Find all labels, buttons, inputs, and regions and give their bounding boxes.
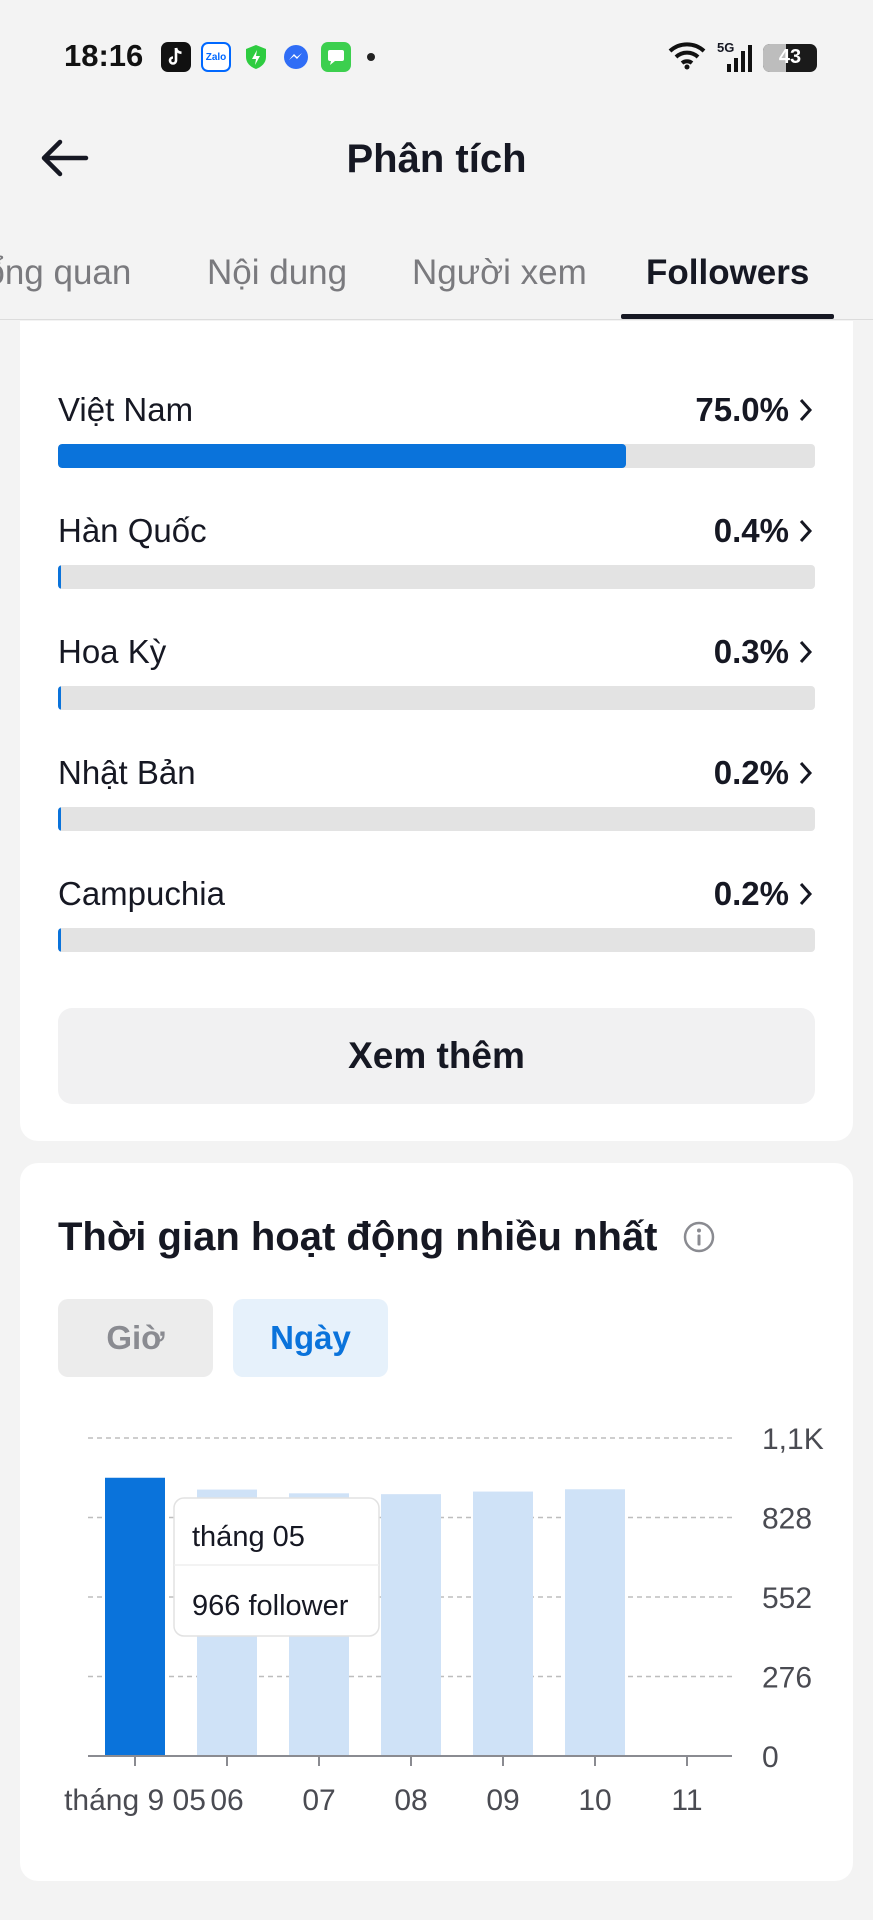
active-time-chart: 0 276 552 828 1,1K tháng 9 05 06 07 08 09 10 11 thá…	[64, 1423, 824, 1817]
page-title: Phân tích	[346, 137, 527, 181]
notification-icons: Zalo	[161, 42, 375, 72]
messenger-icon	[281, 42, 311, 72]
active-tab-indicator	[621, 314, 834, 319]
header: Phân tích	[0, 115, 873, 205]
chevron-right-icon	[799, 640, 813, 664]
tab-followers[interactable]: Followers	[646, 253, 809, 293]
chevron-right-icon	[799, 761, 813, 785]
percent-bar-track	[58, 807, 815, 831]
y-tick-label: 552	[762, 1582, 812, 1615]
chevron-right-icon	[799, 519, 813, 543]
y-tick-label: 1,1K	[762, 1423, 824, 1456]
more-notifications-dot	[367, 53, 375, 61]
info-icon[interactable]	[682, 1220, 716, 1254]
tiktok-icon	[161, 42, 191, 72]
status-time: 18:16	[64, 38, 144, 73]
percent-bar-fill	[58, 565, 62, 589]
country-name: Campuchia	[58, 875, 225, 912]
section-title: Thời gian hoạt động nhiều nhất	[58, 1215, 658, 1259]
shield-icon	[241, 42, 271, 72]
percent-bar-fill	[58, 444, 626, 468]
country-name: Hàn Quốc	[58, 512, 207, 549]
chart-bar	[381, 1494, 441, 1756]
battery-icon: 43	[763, 43, 817, 72]
tooltip-title: tháng 05	[192, 1521, 305, 1553]
country-percent: 75.0%	[695, 391, 789, 428]
tab-bar: Tổng quan Nội dung Người xem Followers	[0, 235, 873, 320]
system-status: 5G 43	[667, 40, 817, 75]
segment-hour[interactable]: Giờ	[58, 1299, 213, 1377]
y-tick-label: 0	[762, 1741, 779, 1774]
country-name: Hoa Kỳ	[58, 633, 167, 670]
tooltip-value: 966 follower	[192, 1590, 349, 1622]
country-percent: 0.4%	[713, 512, 789, 549]
cellular-signal-icon: 5G	[717, 40, 753, 74]
messages-icon	[321, 42, 351, 72]
percent-bar-track	[58, 686, 815, 710]
battery-percent: 43	[778, 46, 802, 68]
x-tick-label: 08	[394, 1784, 427, 1817]
country-percent: 0.2%	[713, 875, 789, 912]
tab-overview[interactable]: Tổng quan	[0, 253, 131, 293]
countries-card: Việt Nam 75.0% Hàn Quốc 0.4% Hoa Kỳ 0.3%…	[20, 321, 853, 1141]
x-tick-label: 07	[302, 1784, 335, 1817]
chart-bar	[105, 1477, 165, 1756]
chevron-right-icon	[799, 882, 813, 906]
country-name: Nhật Bản	[58, 754, 196, 791]
chart-bar	[565, 1489, 625, 1756]
percent-bar-fill	[58, 686, 61, 710]
wifi-icon	[667, 40, 707, 75]
country-percent: 0.3%	[713, 633, 789, 670]
country-percent: 0.2%	[713, 754, 789, 791]
percent-bar-track	[58, 928, 815, 952]
x-tick-label: 09	[486, 1784, 519, 1817]
percent-bar-track	[58, 565, 815, 589]
chevron-right-icon	[799, 398, 813, 422]
tab-viewers[interactable]: Người xem	[412, 253, 587, 293]
zalo-icon: Zalo	[201, 42, 231, 72]
see-more-button[interactable]: Xem thêm	[58, 1008, 815, 1104]
active-time-card: Thời gian hoạt động nhiều nhất Giờ Ngày …	[20, 1163, 853, 1881]
status-bar: 18:16 Zalo 5G 43	[0, 0, 873, 115]
percent-bar-track	[58, 444, 815, 468]
chart-bar	[473, 1491, 533, 1756]
country-name: Việt Nam	[58, 391, 194, 428]
zalo-label: Zalo	[205, 51, 227, 63]
segment-day[interactable]: Ngày	[233, 1299, 388, 1377]
percent-bar-fill	[58, 807, 61, 831]
x-tick-label: tháng 9 05	[64, 1784, 206, 1817]
chart-tooltip: tháng 05 966 follower	[173, 1497, 380, 1637]
y-tick-label: 276	[762, 1662, 812, 1695]
x-tick-label: 06	[210, 1784, 243, 1817]
tab-content[interactable]: Nội dung	[207, 253, 347, 293]
x-tick-label: 10	[578, 1784, 611, 1817]
percent-bar-fill	[58, 928, 61, 952]
x-tick-label: 11	[671, 1784, 702, 1817]
y-tick-label: 828	[762, 1503, 812, 1536]
